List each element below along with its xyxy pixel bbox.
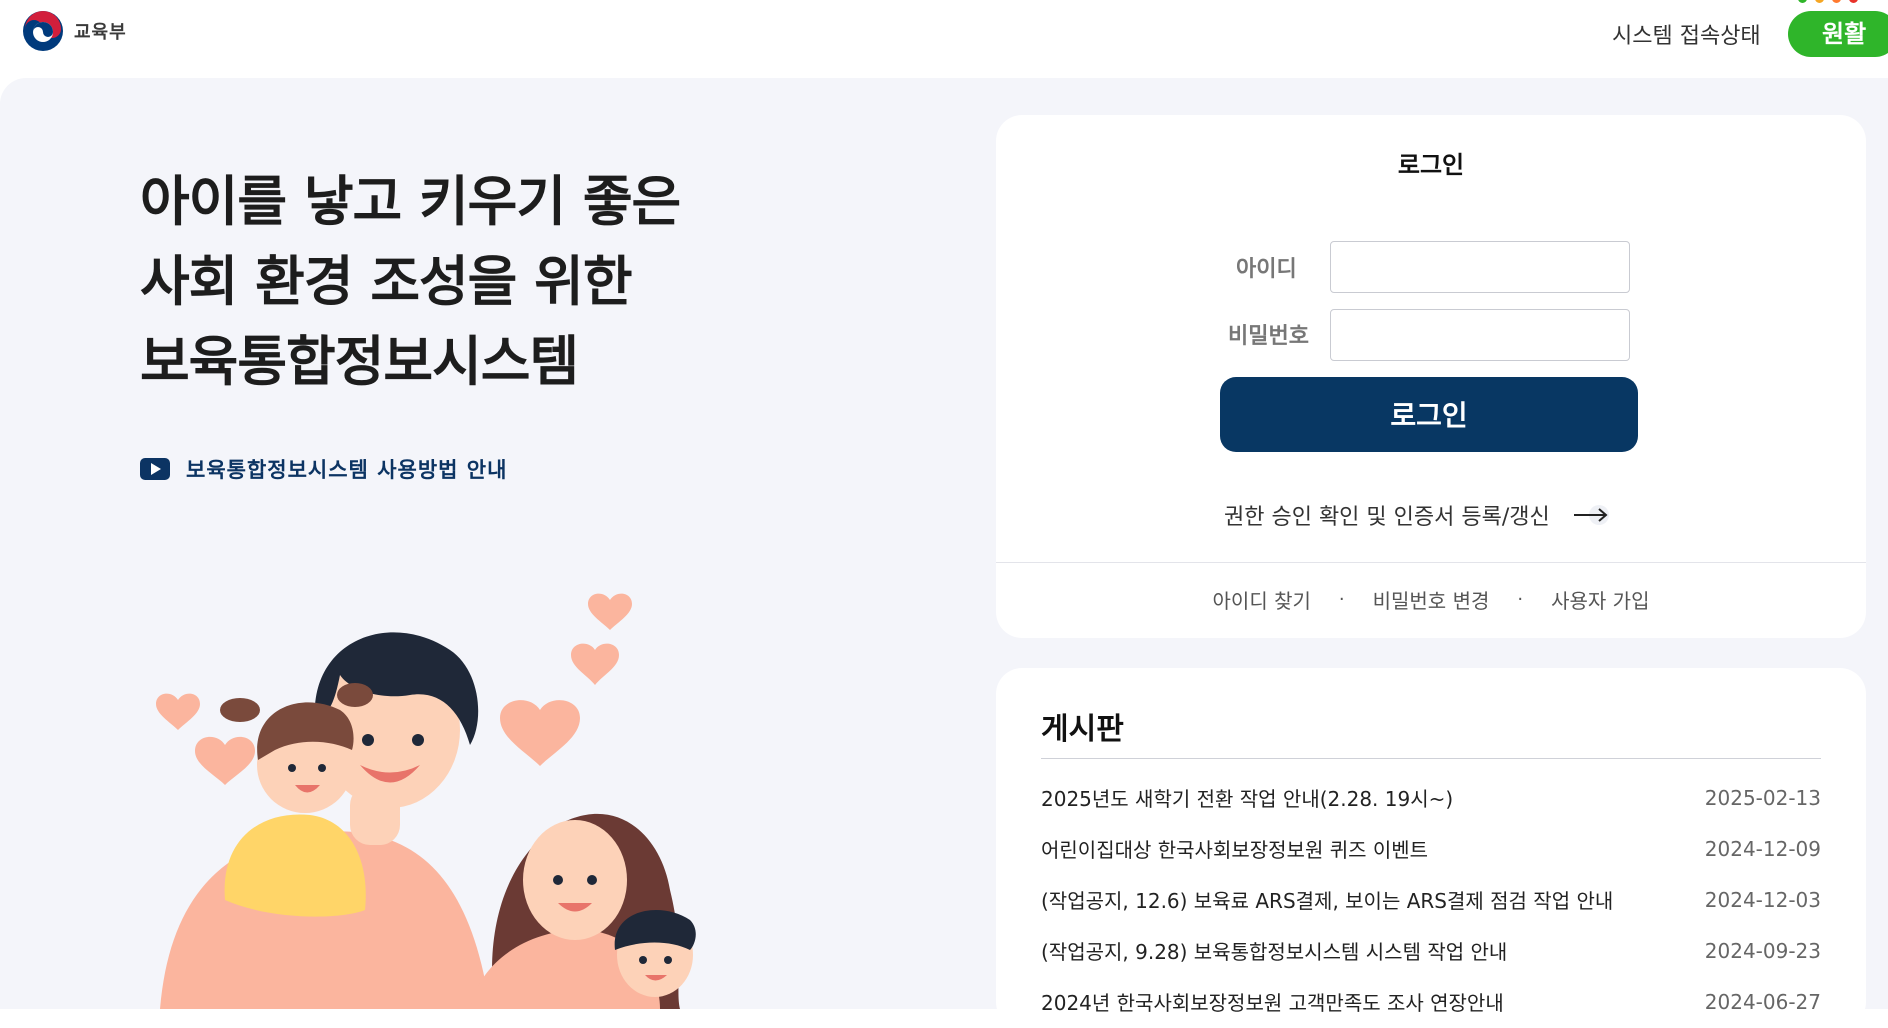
post-title: (작업공지, 9.28) 보육통합정보시스템 시스템 작업 안내 [1041,940,1508,964]
login-title: 로그인 [1397,151,1465,179]
post-date: 2024-12-03 [1704,887,1821,912]
board-row[interactable]: (작업공지, 9.28) 보육통합정보시스템 시스템 작업 안내 2024-09… [1041,925,1821,976]
status-dot-red [1849,0,1858,3]
cert-registration-label: 권한 승인 확인 및 인증서 등록/갱신 [1224,505,1550,530]
sign-up-link[interactable]: 사용자 가입 [1551,585,1649,614]
post-title: 2024년 한국사회보장정보원 고객만족도 조사 연장안내 [1041,991,1504,1015]
link-separator: · [1517,589,1524,610]
board-row[interactable]: (작업공지, 12.6) 보육료 ARS결제, 보이는 ARS결제 점검 작업 … [1041,874,1821,925]
usage-guide-link[interactable]: 보육통합정보시스템 사용방법 안내 [140,454,507,484]
post-title: 어린이집대상 한국사회보장정보원 퀴즈 이벤트 [1041,838,1429,862]
post-title: 2025년도 새학기 전환 작업 안내(2.28. 19시~) [1041,787,1454,811]
notice-board-card: 게시판 2025년도 새학기 전환 작업 안내(2.28. 19시~) 2025… [996,668,1866,1028]
hero-title: 아이를 낳고 키우기 좋은 사회 환경 조성을 위한 보육통합정보시스템 [140,162,900,402]
post-title: (작업공지, 12.6) 보육료 ARS결제, 보이는 ARS결제 점검 작업 … [1041,889,1614,913]
hero-title-line: 사회 환경 조성을 위한 [140,250,633,313]
login-card: 로그인 아이디 비밀번호 로그인 권한 승인 확인 및 인증서 등록/갱신 아이… [996,115,1866,638]
find-id-link[interactable]: 아이디 찾기 [1213,585,1311,614]
board-row[interactable]: 2025년도 새학기 전환 작업 안내(2.28. 19시~) 2025-02-… [1041,772,1821,823]
cert-registration-link[interactable]: 권한 승인 확인 및 인증서 등록/갱신 [1224,499,1612,531]
board-title: 게시판 [1041,712,1124,747]
hero-title-line: 보육통합정보시스템 [140,330,579,393]
id-label: 아이디 [1236,257,1297,282]
post-date: 2024-12-09 [1704,836,1821,861]
logo[interactable]: 교육부 [22,10,127,52]
post-date: 2025-02-13 [1704,785,1821,810]
link-separator: · [1338,589,1345,610]
top-header: 교육부 시스템 접속상태 원활 [0,0,1888,78]
family-illustration [156,593,696,1009]
arrow-right-icon [1573,505,1609,525]
change-password-link[interactable]: 비밀번호 변경 [1373,585,1490,614]
system-status-value: 원활 [1822,20,1867,48]
youtube-play-icon [140,458,170,480]
status-indicator-dots [1798,0,1858,3]
logo-text: 교육부 [74,22,127,43]
account-links: 아이디 찾기 · 비밀번호 변경 · 사용자 가입 [996,585,1866,614]
board-list: 2025년도 새학기 전환 작업 안내(2.28. 19시~) 2025-02-… [1041,772,1821,1027]
login-button[interactable]: 로그인 [1220,377,1638,452]
board-row[interactable]: 2024년 한국사회보장정보원 고객만족도 조사 연장안내 2024-06-27 [1041,976,1821,1027]
system-status-badge: 원활 [1788,11,1888,57]
post-date: 2024-06-27 [1704,989,1821,1014]
board-divider [1041,758,1821,759]
card-divider [996,562,1866,563]
status-dot-green [1798,0,1807,3]
password-label: 비밀번호 [1228,324,1309,349]
system-status-label: 시스템 접속상태 [1612,24,1761,49]
gov-emblem-icon [23,11,63,51]
usage-guide-label: 보육통합정보시스템 사용방법 안내 [186,458,508,482]
hero-title-line: 아이를 낳고 키우기 좋은 [140,170,681,233]
password-input[interactable] [1330,309,1630,361]
status-dot-orange [1832,0,1841,3]
post-date: 2024-09-23 [1704,938,1821,963]
id-input[interactable] [1330,241,1630,293]
board-row[interactable]: 어린이집대상 한국사회보장정보원 퀴즈 이벤트 2024-12-09 [1041,823,1821,874]
status-dot-yellow [1815,0,1824,3]
